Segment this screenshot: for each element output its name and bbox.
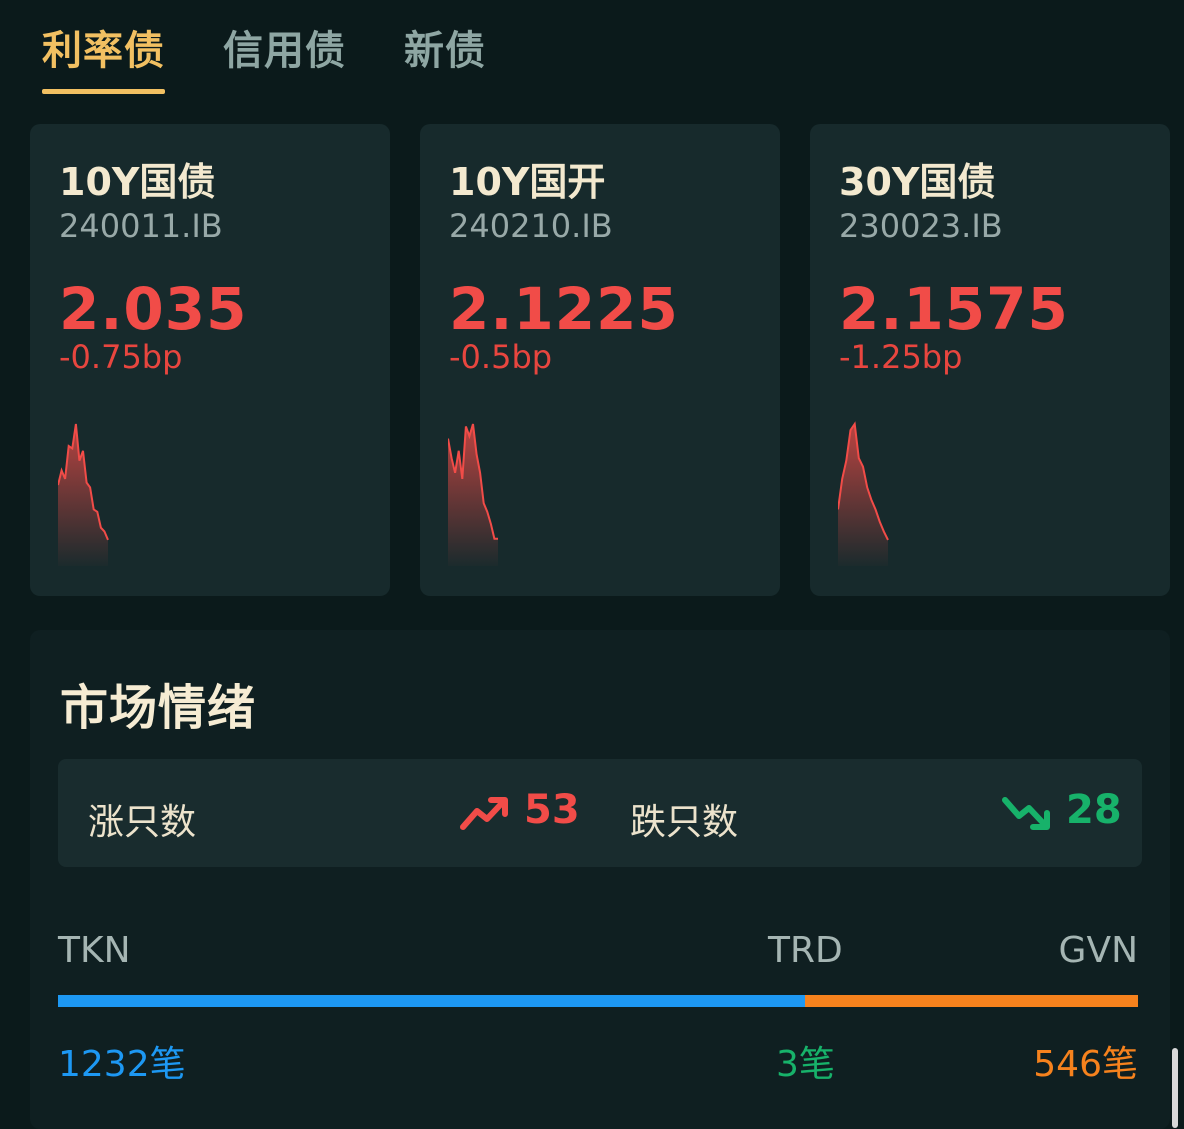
gvn-count: 546笔 — [1033, 1044, 1138, 1085]
bond-code: 240210.IB — [449, 207, 613, 245]
trending-up-icon — [460, 797, 508, 830]
bond-name: 30Y国债 — [839, 160, 996, 204]
sparkline-chart — [448, 423, 498, 566]
gvn-bar-segment — [805, 995, 1138, 1007]
bond-yield: 2.1225 — [449, 275, 679, 343]
bond-name: 10Y国开 — [449, 160, 606, 204]
down-count-label: 跌只数 — [630, 802, 739, 843]
bond-card[interactable]: 10Y国开 240210.IB 2.1225 -0.5bp — [420, 124, 780, 596]
tab-credit-bonds[interactable]: 信用债 — [223, 18, 346, 94]
bond-change: -0.75bp — [59, 338, 183, 376]
bond-card[interactable]: 10Y国债 240011.IB 2.035 -0.75bp — [30, 124, 390, 596]
tab-rate-bonds[interactable]: 利率债 — [42, 18, 165, 94]
bond-change: -0.5bp — [449, 338, 553, 376]
bond-code: 230023.IB — [839, 207, 1003, 245]
sparkline-chart — [838, 421, 889, 566]
tkn-label: TKN — [58, 930, 131, 971]
section-title: 市场情绪 — [60, 680, 257, 736]
bond-yield: 2.035 — [59, 275, 248, 343]
tkn-bar-segment — [58, 995, 806, 1007]
down-count-value: 28 — [1066, 787, 1122, 833]
sparkline-chart — [58, 423, 109, 566]
tab-new-bonds[interactable]: 新债 — [404, 18, 486, 94]
bond-change: -1.25bp — [839, 338, 963, 376]
up-count-value: 53 — [524, 787, 580, 833]
volume-ratio-bar — [58, 995, 1138, 1007]
bond-code: 240011.IB — [59, 207, 223, 245]
trd-count: 3笔 — [776, 1044, 835, 1085]
up-count-label: 涨只数 — [88, 802, 197, 843]
bond-name: 10Y国债 — [59, 160, 216, 204]
gvn-label: GVN — [1058, 930, 1138, 971]
tab-bar: 利率债 信用债 新债 — [42, 18, 486, 94]
trd-label: TRD — [768, 930, 843, 971]
bond-yield: 2.1575 — [839, 275, 1069, 343]
bond-card[interactable]: 30Y国债 230023.IB 2.1575 -1.25bp — [810, 124, 1170, 596]
advance-decline-box[interactable]: 涨只数 53 跌只数 28 — [58, 759, 1142, 867]
trending-down-icon — [1002, 797, 1050, 830]
sparkline-area — [838, 424, 888, 566]
sparkline-area — [448, 424, 498, 566]
scrollbar[interactable] — [1172, 1048, 1178, 1128]
market-sentiment-panel: 市场情绪 涨只数 53 跌只数 28 TKN TRD GVN 1232笔 3笔 … — [30, 630, 1170, 1129]
tkn-count: 1232笔 — [58, 1044, 186, 1085]
bond-cards: 10Y国债 240011.IB 2.035 -0.75bp 10Y国开 2402… — [30, 124, 1170, 596]
sparkline-area — [58, 424, 108, 566]
